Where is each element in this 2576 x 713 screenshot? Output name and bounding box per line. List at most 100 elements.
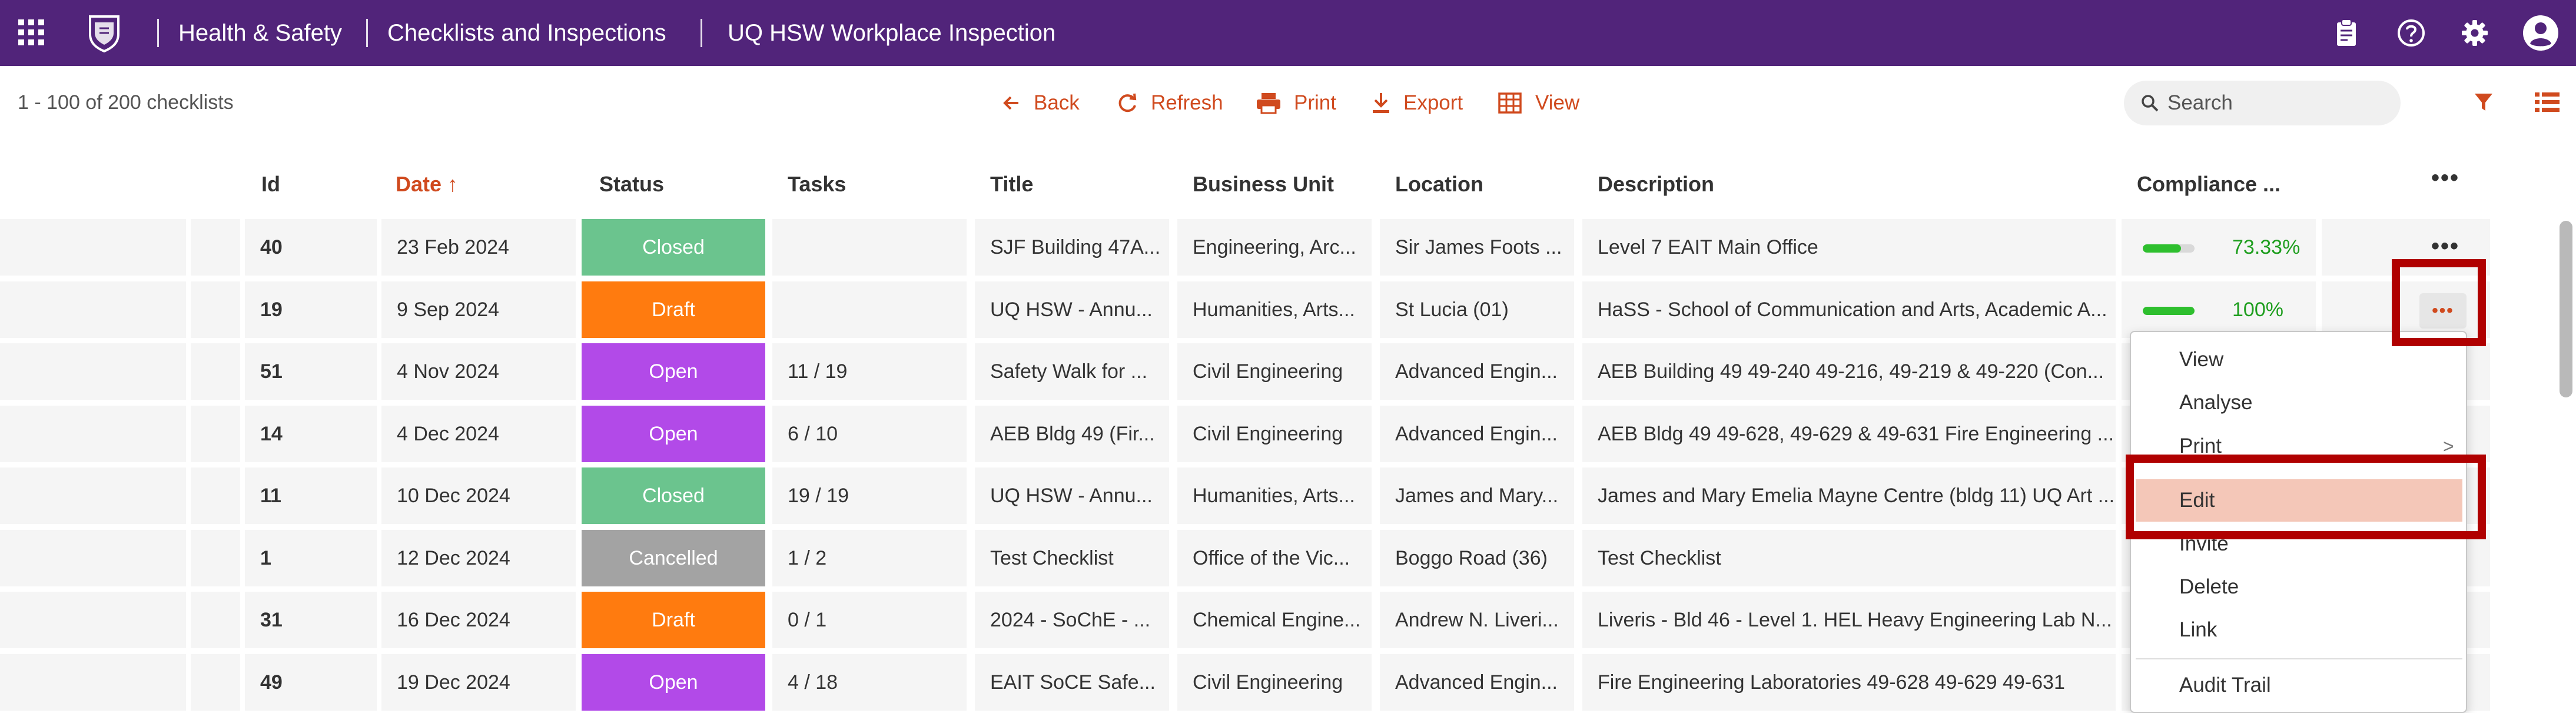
help-icon[interactable] [2395,16,2428,49]
table-row[interactable]: 40 23 Feb 2024 SJF Building 47A... Engineer… [0,219,2490,276]
row-select-cell [191,467,240,524]
business-unit-cell: Humanities, Arts... [1177,467,1372,524]
date-cell: 9 Sep 2024 [381,281,576,338]
id-cell: 1 [245,530,377,586]
location-cell: St Lucia (01) [1380,281,1574,338]
search-box[interactable] [2124,81,2401,125]
row-spacer-cell [0,467,186,524]
location-cell: James and Mary... [1380,467,1574,524]
compliance-progress-bar [2143,244,2195,253]
status-badge: Draft [582,281,765,338]
list-view-icon[interactable] [2534,91,2561,114]
column-header-tasks[interactable]: Tasks [788,172,846,197]
tasks-cell: 0 / 1 [772,592,967,648]
refresh-label: Refresh [1151,91,1223,114]
date-cell: 4 Dec 2024 [381,406,576,462]
column-header-id[interactable]: Id [261,172,280,197]
printer-icon [1257,93,1280,114]
table-row[interactable]: 49 19 Dec 2024 4 / 18 EAIT SoCE Safe... Civi… [0,654,2490,711]
menu-divider [2136,658,2462,659]
compliance-cell: 100% [2122,281,2316,338]
tasks-cell: 4 / 18 [772,654,967,711]
column-header-status[interactable]: Status [599,172,664,197]
filter-icon[interactable] [2474,92,2494,113]
breadcrumb-checklists[interactable]: Checklists and Inspections [387,19,666,47]
vertical-scrollbar[interactable] [2560,221,2572,397]
record-count: 1 - 100 of 200 checklists [18,91,234,114]
column-header-title[interactable]: Title [990,172,1033,197]
column-header-location[interactable]: Location [1395,172,1483,197]
status-badge: Open [582,343,765,400]
search-icon [2142,95,2159,112]
menu-item-analyse[interactable]: Analyse [2131,382,2467,424]
location-cell: Advanced Engin... [1380,406,1574,462]
row-select-cell [191,654,240,711]
column-header-compliance[interactable]: Compliance ... [2137,172,2280,197]
highlight-edit-item [2126,455,2486,539]
table-row[interactable]: 31 16 Dec 2024 0 / 1 2024 - SoChE - ... Chem… [0,592,2490,648]
apps-grid-icon[interactable] [18,19,45,46]
status-badge: Draft [582,592,765,648]
id-cell: 19 [245,281,377,338]
row-spacer-cell [0,530,186,586]
table-row[interactable]: 51 4 Nov 2024 11 / 19 Safety Walk for ... Ci… [0,343,2490,400]
id-cell: 40 [245,219,377,276]
compliance-progress-bar [2143,307,2195,315]
row-spacer-cell [0,281,186,338]
print-button[interactable]: Print [1255,88,1336,118]
tasks-cell [772,281,967,338]
menu-item-audit-trail[interactable]: Audit Trail [2131,664,2467,707]
business-unit-cell: Civil Engineering [1177,654,1372,711]
description-cell: Liveris - Bld 46 - Level 1. HEL Heavy En… [1582,592,2116,648]
description-cell: Test Checklist [1582,530,2116,586]
clipboard-icon[interactable] [2330,16,2363,49]
status-badge: Open [582,654,765,711]
export-label: Export [1403,91,1463,114]
row-spacer-cell [0,406,186,462]
highlight-row-actions [2392,259,2486,346]
title-cell: UQ HSW - Annu... [975,467,1169,524]
id-cell: 49 [245,654,377,711]
page-title: UQ HSW Workplace Inspection [728,20,1056,46]
business-unit-cell: Civil Engineering [1177,343,1372,400]
date-cell: 19 Dec 2024 [381,654,576,711]
settings-gear-icon[interactable] [2458,16,2491,49]
university-crest-icon[interactable] [87,14,122,53]
user-avatar-icon[interactable] [2522,14,2560,52]
export-button[interactable]: Export [1370,88,1463,118]
compliance-progress-fill [2143,307,2195,315]
row-spacer-cell [0,592,186,648]
tasks-cell: 1 / 2 [772,530,967,586]
breadcrumb-health-safety[interactable]: Health & Safety [178,19,342,47]
business-unit-cell: Chemical Engine... [1177,592,1372,648]
row-select-cell [191,219,240,276]
date-cell: 10 Dec 2024 [381,467,576,524]
location-cell: Boggo Road (36) [1380,530,1574,586]
status-badge: Closed [582,219,765,276]
business-unit-cell: Engineering, Arc... [1177,219,1372,276]
status-badge: Cancelled [582,530,765,586]
menu-item-delete[interactable]: Delete [2131,566,2467,608]
table-row[interactable]: 1 12 Dec 2024 1 / 2 Test Checklist Office of… [0,530,2490,586]
row-select-cell [191,592,240,648]
column-header-description[interactable]: Description [1598,172,1714,197]
column-header-business-unit[interactable]: Business Unit [1193,172,1334,197]
row-select-cell [191,343,240,400]
title-cell: EAIT SoCE Safe... [975,654,1169,711]
back-button[interactable]: Back [1001,88,1080,118]
view-button[interactable]: View [1498,88,1579,118]
table-row[interactable]: 19 9 Sep 2024 UQ HSW - Annu... Humanities, … [0,281,2490,338]
search-input[interactable] [2167,91,2391,115]
compliance-percent: 73.33% [2232,236,2301,258]
row-select-cell [191,406,240,462]
table-row[interactable]: 11 10 Dec 2024 19 / 19 UQ HSW - Annu... Huma… [0,467,2490,524]
column-options-menu-icon[interactable]: ••• [2431,165,2459,191]
description-cell: Level 7 EAIT Main Office [1582,219,2116,276]
column-header-date[interactable]: Date ↑ [396,172,458,197]
table-row[interactable]: 14 4 Dec 2024 6 / 10 AEB Bldg 49 (Fir... Civ… [0,406,2490,462]
title-cell: Test Checklist [975,530,1169,586]
app-header: Health & Safety Checklists and Inspectio… [0,0,2576,66]
refresh-button[interactable]: Refresh [1116,88,1223,118]
menu-item-link[interactable]: Link [2131,609,2467,651]
breadcrumb-separator [701,19,702,47]
